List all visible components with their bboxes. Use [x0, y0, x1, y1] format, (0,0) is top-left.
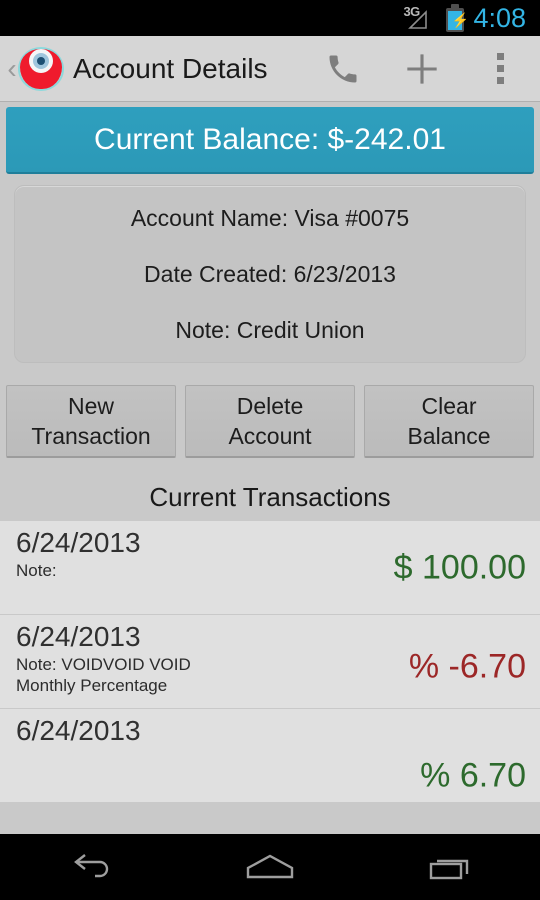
status-bar: 3G ⚡ 4:08	[0, 0, 540, 36]
list-item[interactable]: 6/24/2013 % 6.70	[0, 709, 540, 803]
signal-3g-icon: 3G	[403, 4, 437, 31]
delete-account-button[interactable]: Delete Account	[185, 385, 355, 458]
transaction-date: 6/24/2013	[16, 715, 141, 746]
recents-icon[interactable]	[360, 850, 540, 884]
account-name-row: Account Name: Visa #0075	[130, 204, 410, 231]
back-icon[interactable]	[0, 850, 180, 884]
call-icon[interactable]	[303, 36, 382, 102]
list-item[interactable]: 6/24/2013 Note: $ 100.00	[0, 521, 540, 615]
date-created-row: Date Created: 6/23/2013	[144, 260, 396, 287]
overflow-menu-icon[interactable]	[461, 36, 540, 102]
action-bar: ‹ Account Details	[0, 36, 540, 102]
transaction-amount: % -6.70	[408, 647, 526, 686]
account-note-row: Note: Credit Union	[175, 316, 365, 343]
app-logo-eye-icon[interactable]	[18, 46, 64, 92]
home-icon[interactable]	[180, 850, 360, 884]
phone-screen: 3G ⚡ 4:08 ‹ Account Details Current Bala…	[0, 0, 540, 900]
action-button-row: New Transaction Delete Account Clear Bal…	[6, 385, 534, 458]
transaction-amount: % 6.70	[420, 756, 526, 795]
system-navigation-bar	[0, 834, 540, 900]
clear-balance-button[interactable]: Clear Balance	[364, 385, 534, 458]
account-details-card: Account Name: Visa #0075 Date Created: 6…	[14, 185, 526, 363]
transactions-header: Current Transactions	[149, 482, 391, 512]
current-balance-banner: Current Balance: $-242.01	[6, 107, 534, 174]
transaction-amount: $ 100.00	[393, 548, 526, 586]
action-bar-icons	[303, 36, 540, 101]
new-transaction-button[interactable]: New Transaction	[6, 385, 176, 458]
page-title: Account Details	[73, 52, 268, 84]
status-bar-clock: 4:08	[473, 3, 526, 33]
list-item[interactable]: 6/24/2013 Note: VOIDVOID VOID Monthly Pe…	[0, 615, 540, 709]
battery-charging-icon: ⚡	[445, 4, 469, 32]
current-balance-text: Current Balance: $-242.01	[94, 122, 446, 156]
transaction-list[interactable]: 6/24/2013 Note: $ 100.00 6/24/2013 Note:…	[0, 521, 540, 803]
add-icon[interactable]	[382, 36, 461, 102]
